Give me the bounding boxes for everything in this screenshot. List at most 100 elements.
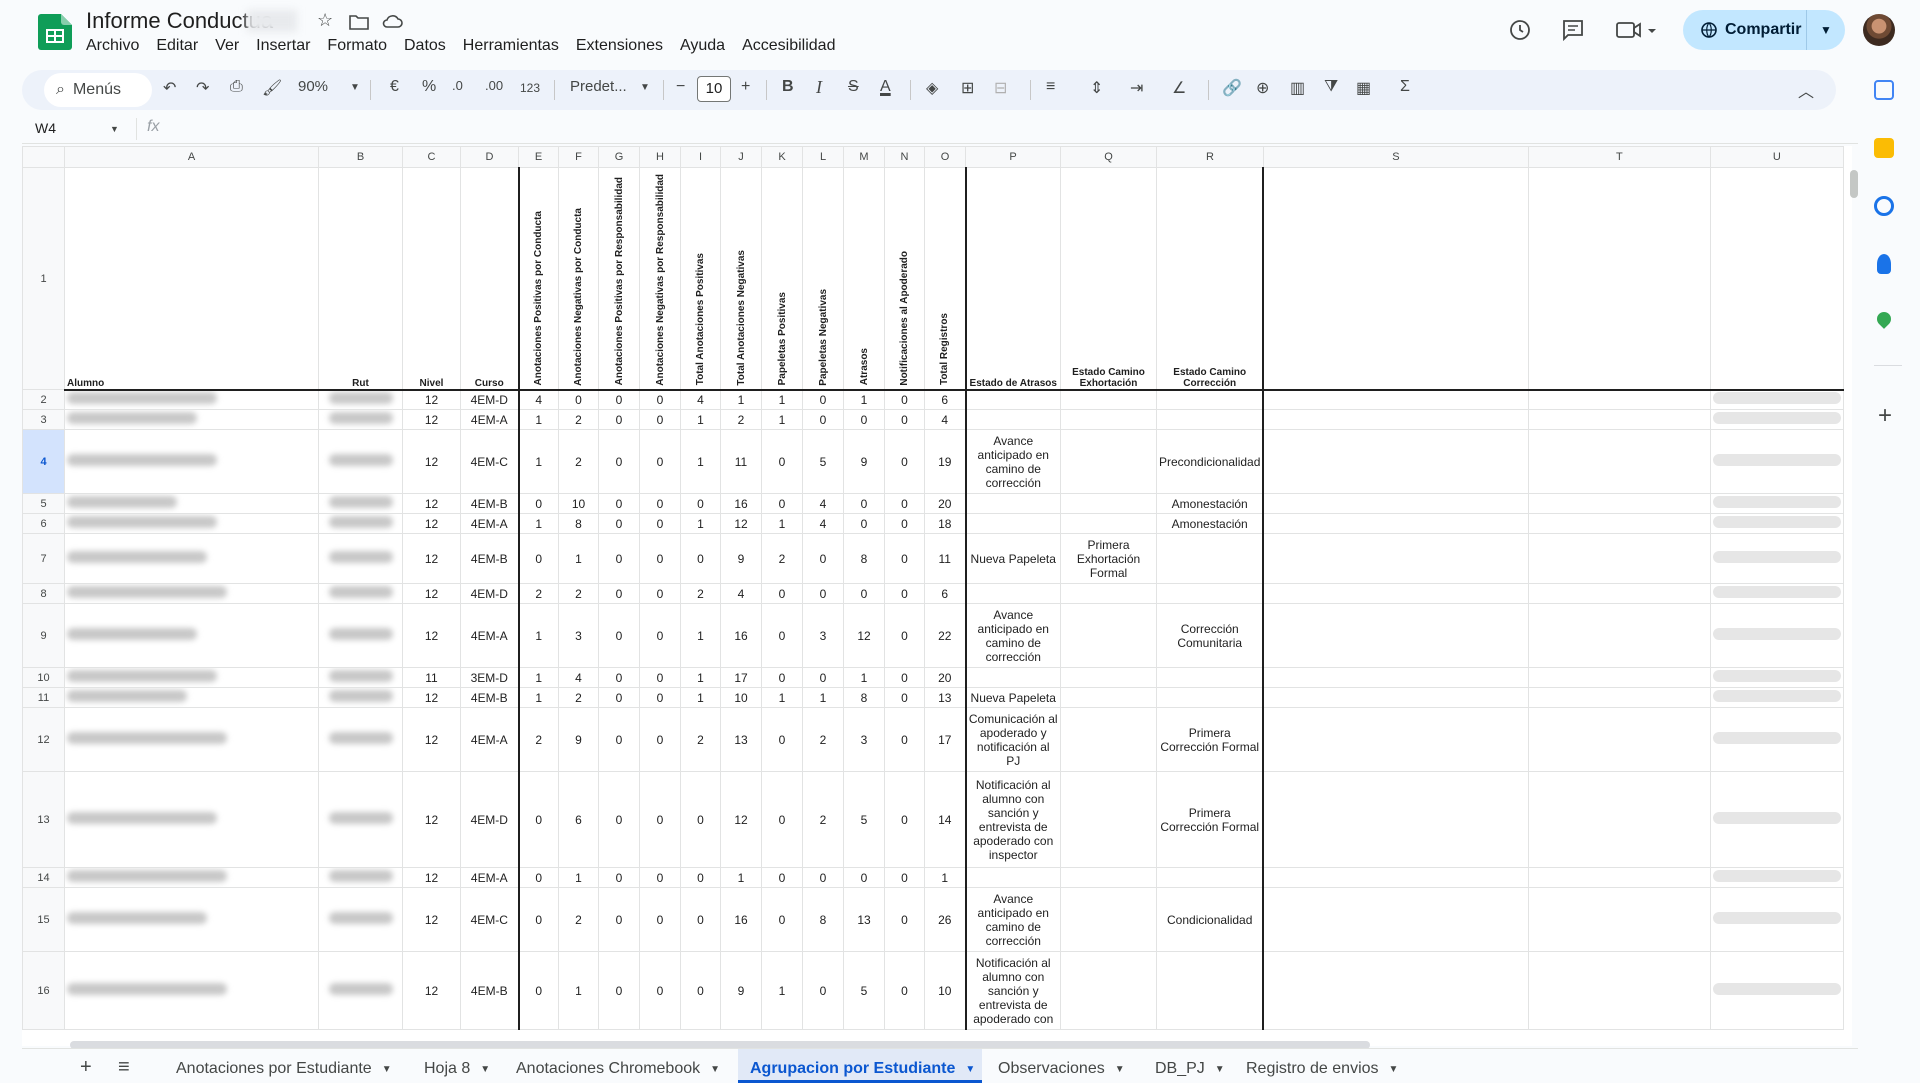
cell-s[interactable]	[1262, 603, 1529, 668]
cell-value[interactable]: 1	[517, 409, 559, 430]
cell-estado-atrasos[interactable]	[965, 583, 1061, 604]
cell-value[interactable]: 8	[558, 513, 599, 534]
sheet-grid[interactable]: A B C D E F G H I J K L M N O P Q R S T	[22, 146, 1852, 1046]
cell-value[interactable]: 0	[680, 493, 721, 514]
cell-value[interactable]: 0	[884, 493, 925, 514]
cell-value[interactable]: 2	[517, 707, 559, 772]
column-header-u[interactable]: U	[1709, 146, 1844, 168]
cell-value[interactable]: 0	[517, 887, 559, 952]
cell-value[interactable]: 0	[843, 867, 885, 888]
cell-alumno[interactable]	[64, 687, 319, 708]
header-rut[interactable]: Rut	[318, 167, 403, 391]
italic-icon[interactable]: I	[816, 77, 822, 98]
cell-s[interactable]	[1262, 409, 1529, 430]
cell-estado-correccion[interactable]	[1156, 533, 1265, 584]
insert-chart-icon[interactable]: ▥	[1290, 78, 1305, 98]
header-cell-i[interactable]: Total Anotaciones Positivas	[680, 167, 721, 391]
cell-rut[interactable]	[318, 493, 403, 514]
keep-icon[interactable]	[1874, 138, 1894, 158]
cell-value[interactable]: 2	[558, 583, 599, 604]
cell-rut[interactable]	[318, 687, 403, 708]
cell-value[interactable]: 1	[517, 429, 559, 494]
cell-u[interactable]	[1709, 667, 1844, 688]
cell-value[interactable]: 0	[598, 409, 640, 430]
cell-curso[interactable]: 4EM-B	[460, 951, 519, 1030]
menu-editar[interactable]: Editar	[156, 37, 198, 55]
cell-value[interactable]: 0	[598, 429, 640, 494]
cell-u[interactable]	[1709, 951, 1844, 1030]
zoom-chevron-down-icon[interactable]: ▼	[350, 82, 360, 93]
cell-value[interactable]: 0	[802, 583, 844, 604]
insert-comment-icon[interactable]: ⊕	[1256, 78, 1269, 98]
column-header-h[interactable]: H	[639, 146, 681, 168]
cell-nivel[interactable]: 12	[402, 603, 461, 668]
column-header-d[interactable]: D	[460, 146, 519, 168]
cell-estado-correccion[interactable]	[1156, 867, 1265, 888]
cell-u[interactable]	[1709, 687, 1844, 708]
cell-value[interactable]: 0	[680, 771, 721, 868]
column-header-j[interactable]: J	[720, 146, 762, 168]
redo-icon[interactable]: ↷	[196, 78, 209, 98]
share-dropdown-icon[interactable]: ▼	[1807, 23, 1845, 37]
cell-rut[interactable]	[318, 513, 403, 534]
cell-value[interactable]: 10	[924, 951, 967, 1030]
number-format-button[interactable]: 123	[520, 81, 540, 95]
sheets-logo-icon[interactable]	[38, 14, 72, 50]
column-header-r[interactable]: R	[1156, 146, 1264, 168]
menu-insertar[interactable]: Insertar	[256, 37, 310, 55]
cell-estado-exhortacion[interactable]	[1060, 707, 1157, 772]
column-header-q[interactable]: Q	[1060, 146, 1157, 168]
cell-value[interactable]: 0	[517, 771, 559, 868]
cell-s[interactable]	[1262, 493, 1529, 514]
cloud-status-icon[interactable]	[381, 13, 403, 29]
cell-value[interactable]: 1	[680, 667, 721, 688]
cell-value[interactable]: 1	[680, 409, 721, 430]
cell-estado-exhortacion[interactable]: Primera Exhortación Formal	[1060, 533, 1157, 584]
cell-value[interactable]: 2	[802, 707, 844, 772]
menu-extensiones[interactable]: Extensiones	[576, 37, 663, 55]
cell-estado-correccion[interactable]	[1156, 583, 1265, 604]
cell-value[interactable]: 0	[598, 687, 640, 708]
cell-value[interactable]: 1	[761, 389, 803, 410]
undo-icon[interactable]: ↶	[163, 78, 176, 98]
column-header-b[interactable]: B	[318, 146, 403, 168]
cell-nivel[interactable]: 12	[402, 707, 461, 772]
cell-value[interactable]: 20	[924, 667, 967, 688]
header-cell-l[interactable]: Papeletas Negativas	[802, 167, 844, 391]
cell-value[interactable]: 0	[761, 707, 803, 772]
cell-rut[interactable]	[318, 771, 403, 868]
cell-value[interactable]: 0	[598, 667, 640, 688]
cell-value[interactable]: 13	[843, 887, 885, 952]
cell-value[interactable]: 2	[802, 771, 844, 868]
cell-value[interactable]: 0	[843, 493, 885, 514]
cell-value[interactable]: 0	[761, 603, 803, 668]
cell-value[interactable]: 0	[680, 951, 721, 1030]
cell-rut[interactable]	[318, 887, 403, 952]
cell-value[interactable]: 0	[884, 887, 925, 952]
cell-value[interactable]: 17	[924, 707, 967, 772]
avatar[interactable]	[1863, 14, 1895, 46]
cell-estado-exhortacion[interactable]	[1060, 429, 1157, 494]
text-rotation-icon[interactable]: ∠	[1172, 78, 1186, 98]
row-header[interactable]: 10	[22, 667, 65, 688]
cell-curso[interactable]: 3EM-D	[460, 667, 519, 688]
cell-u[interactable]	[1709, 513, 1844, 534]
cell-value[interactable]: 10	[558, 493, 599, 514]
cell-value[interactable]: 1	[720, 867, 762, 888]
cell-value[interactable]: 0	[517, 951, 559, 1030]
cell-estado-atrasos[interactable]: Notificación al alumno con sanción y ent…	[965, 951, 1061, 1030]
cell-nivel[interactable]: 12	[402, 429, 461, 494]
row-header[interactable]: 11	[22, 687, 65, 708]
cell-value[interactable]: 0	[843, 409, 885, 430]
menu-accesibilidad[interactable]: Accesibilidad	[742, 37, 835, 55]
cell-value[interactable]: 0	[639, 707, 681, 772]
cell-alumno[interactable]	[64, 887, 319, 952]
cell-curso[interactable]: 4EM-D	[460, 389, 519, 410]
font-chevron-down-icon[interactable]: ▼	[640, 82, 650, 93]
cell-estado-exhortacion[interactable]	[1060, 583, 1157, 604]
cell-curso[interactable]: 4EM-D	[460, 771, 519, 868]
header-cell-h[interactable]: Anotaciones Negativas por Responsabilida…	[639, 167, 681, 391]
cell-value[interactable]: 0	[843, 513, 885, 534]
cell-value[interactable]: 4	[802, 513, 844, 534]
all-sheets-icon[interactable]: ≡	[118, 1056, 130, 1079]
